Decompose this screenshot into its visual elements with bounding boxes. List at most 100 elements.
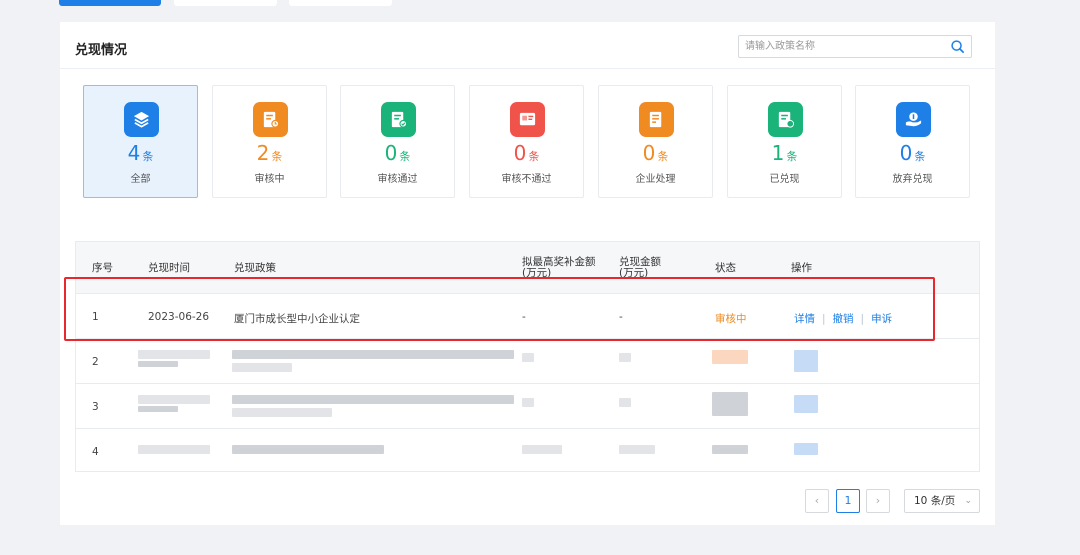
card-header: 兑现情况 [60, 22, 995, 69]
row-date: 2023-06-26 [148, 311, 210, 323]
stat-count: 2 [256, 141, 270, 165]
stat-count: 0 [642, 141, 656, 165]
blurred-date [138, 445, 210, 454]
stat-label: 放弃兑现 [892, 174, 933, 185]
stat-label: 全部 [130, 174, 151, 185]
col-operations: 操作 [791, 262, 812, 274]
stat-count: 0 [384, 141, 398, 165]
document-cashed-icon [768, 102, 803, 137]
next-page-button[interactable]: › [866, 489, 890, 513]
search-icon[interactable] [950, 39, 965, 54]
card-title: 兑现情况 [75, 43, 128, 58]
col-max-amount: 拟最高奖补金额 (万元) [522, 257, 596, 279]
row-index: 4 [92, 446, 99, 458]
page-1-button[interactable]: 1 [836, 489, 860, 513]
chevron-down-icon: ⌄ [964, 496, 972, 506]
stat-count: 4 [127, 141, 141, 165]
blurred-amount [522, 353, 534, 362]
blurred-status [712, 392, 748, 416]
row-amount: - [619, 311, 623, 323]
stat-label: 企业处理 [635, 174, 676, 185]
col-max-amount-unit: (万元) [522, 267, 552, 279]
row-index: 1 [92, 311, 99, 323]
revoke-link[interactable]: 撤销 [833, 313, 854, 325]
col-amount-unit: (万元) [619, 267, 649, 279]
blurred-amount [619, 353, 631, 362]
blurred-policy [232, 363, 292, 372]
blurred-operations [794, 443, 818, 455]
stat-unit: 条 [657, 150, 669, 163]
row-index: 2 [92, 356, 99, 368]
blurred-status [712, 445, 748, 454]
document-rejected-icon [510, 102, 545, 137]
blurred-policy [232, 395, 514, 404]
stat-label: 审核通过 [377, 174, 418, 185]
stat-card-enterprise[interactable]: 0条 企业处理 [598, 85, 713, 198]
detail-link[interactable]: 详情 [794, 313, 815, 325]
search-input[interactable] [745, 39, 940, 54]
row-max-amount: - [522, 311, 526, 323]
col-policy: 兑现政策 [234, 262, 276, 274]
prev-page-button[interactable]: ‹ [805, 489, 829, 513]
stat-card-rejected[interactable]: 0条 审核不通过 [469, 85, 584, 198]
stat-unit: 条 [271, 150, 283, 163]
stat-label: 审核中 [254, 174, 285, 185]
stat-card-approved[interactable]: 0条 审核通过 [340, 85, 455, 198]
top-tab-active[interactable] [59, 0, 161, 6]
stat-unit: 条 [914, 150, 926, 163]
stat-card-reviewing[interactable]: 2条 审核中 [212, 85, 327, 198]
row-operations: 详情 | 撤销 | 申诉 [794, 311, 892, 326]
status-badge: 审核中 [715, 313, 747, 325]
blurred-date [138, 395, 210, 404]
blurred-date [138, 406, 178, 412]
appeal-link[interactable]: 申诉 [871, 313, 892, 325]
col-index: 序号 [92, 262, 113, 274]
document-processing-icon [639, 102, 674, 137]
col-status: 状态 [715, 262, 736, 274]
blurred-date [138, 350, 210, 359]
blurred-amount [619, 398, 631, 407]
top-tab-2[interactable] [174, 0, 277, 6]
stat-count: 0 [513, 141, 527, 165]
hand-coin-icon [896, 102, 931, 137]
stat-unit: 条 [399, 150, 411, 163]
stat-unit: 条 [786, 150, 798, 163]
redemption-card: 兑现情况 4条 全部 2条 审核中 0条 审核通过 [60, 22, 995, 525]
table-row: 2 [76, 339, 979, 384]
redemption-table: 序号 兑现时间 兑现政策 拟最高奖补金额 (万元) 兑现金额 (万元) 状态 操… [75, 241, 980, 472]
op-separator: | [822, 313, 826, 325]
stat-count: 1 [771, 141, 785, 165]
col-amount: 兑现金额 (万元) [619, 257, 661, 279]
row-index: 3 [92, 401, 99, 413]
blurred-policy [232, 408, 332, 417]
table-header: 序号 兑现时间 兑现政策 拟最高奖补金额 (万元) 兑现金额 (万元) 状态 操… [76, 242, 979, 294]
stat-card-all[interactable]: 4条 全部 [83, 85, 198, 198]
page-size-label: 10 条/页 [914, 495, 956, 507]
blurred-operations [794, 395, 818, 413]
stat-label: 审核不通过 [501, 174, 552, 185]
search-box[interactable] [738, 35, 972, 58]
blurred-date [138, 361, 178, 367]
page-size-select[interactable]: 10 条/页 ⌄ [904, 489, 980, 513]
blurred-policy [232, 350, 514, 359]
stat-count: 0 [899, 141, 913, 165]
row-policy: 厦门市成长型中小企业认定 [234, 313, 360, 325]
blurred-amount [522, 398, 534, 407]
stat-unit: 条 [142, 150, 154, 163]
blurred-amount [619, 445, 655, 454]
stat-label: 已兑现 [769, 174, 800, 185]
top-tab-3[interactable] [289, 0, 392, 6]
op-separator: | [860, 313, 865, 325]
layers-icon [124, 102, 159, 137]
document-pending-icon [253, 102, 288, 137]
blurred-status [712, 350, 748, 364]
col-date: 兑现时间 [148, 262, 190, 274]
stat-card-abandoned[interactable]: 0条 放弃兑现 [855, 85, 970, 198]
stat-card-cashed[interactable]: 1条 已兑现 [727, 85, 842, 198]
table-row: 3 [76, 384, 979, 429]
table-row: 4 [76, 429, 979, 474]
stat-unit: 条 [528, 150, 540, 163]
table-row: 1 2023-06-26 厦门市成长型中小企业认定 - - 审核中 详情 | 撤销 |… [76, 294, 979, 339]
document-approved-icon [381, 102, 416, 137]
blurred-operations [794, 350, 818, 372]
